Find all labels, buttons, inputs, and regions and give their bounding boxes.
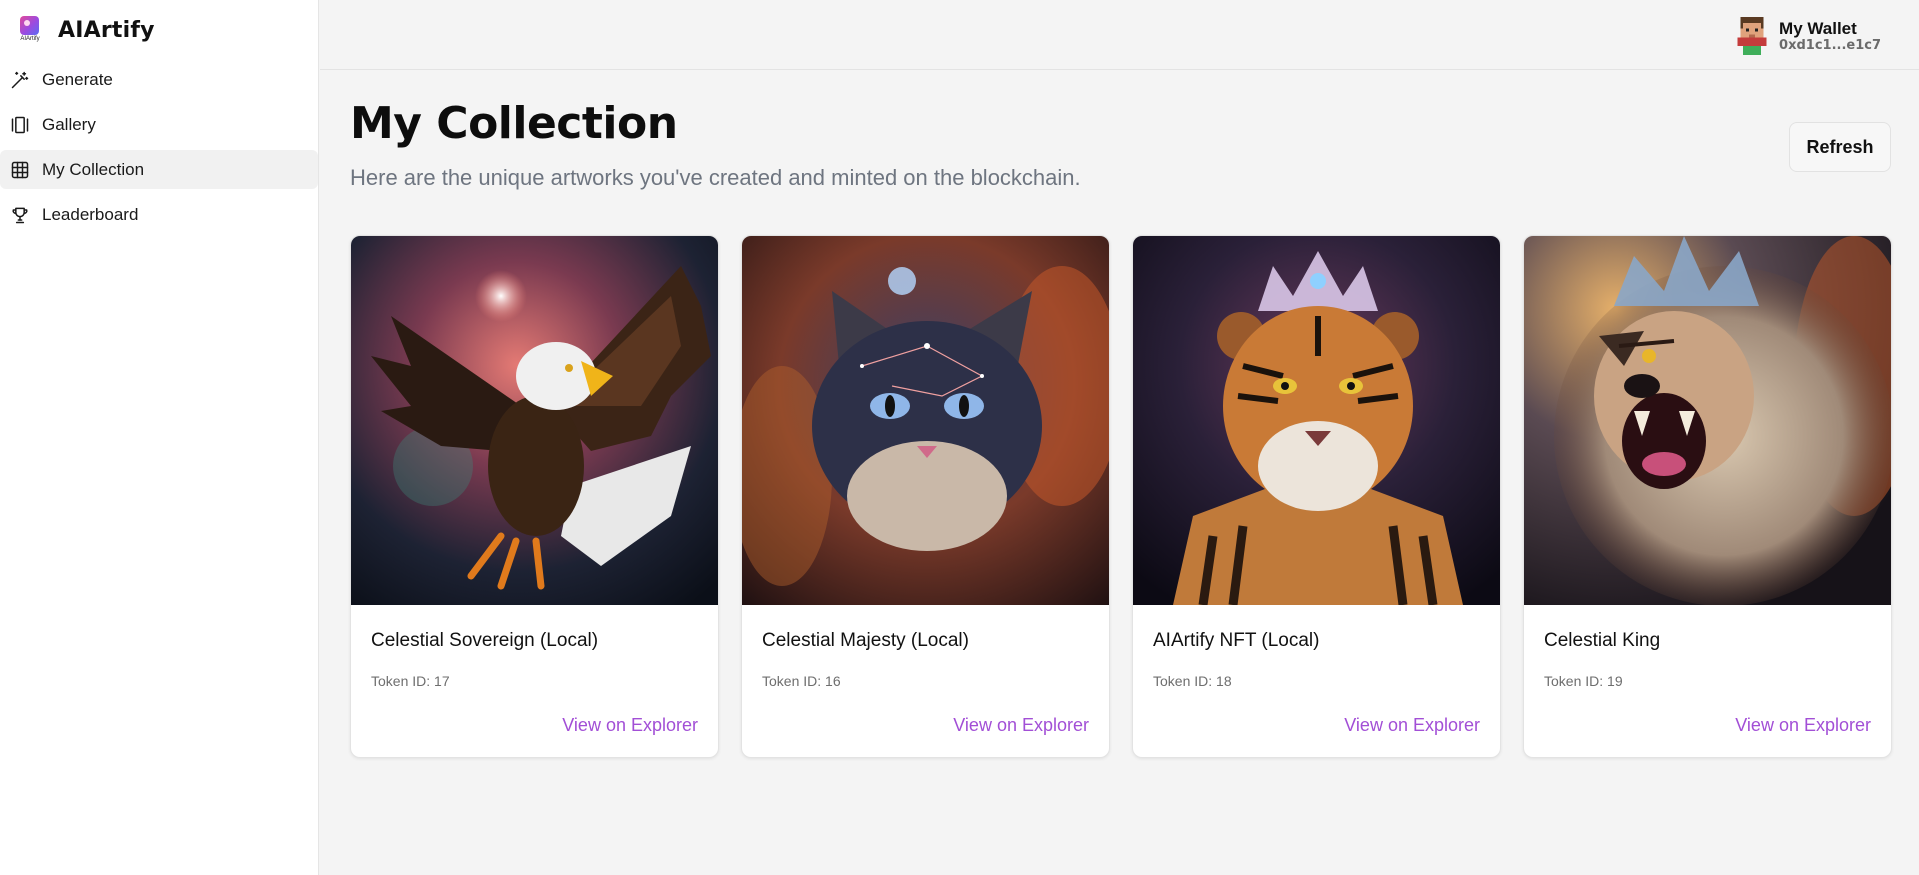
view-on-explorer-link[interactable]: View on Explorer — [1344, 715, 1480, 736]
sidebar: AIArtify AIArtify Generate Gallery My Co… — [0, 0, 319, 875]
brand[interactable]: AIArtify AIArtify — [15, 14, 155, 46]
grid-icon — [11, 161, 29, 178]
app-name: AIArtify — [58, 17, 155, 43]
view-on-explorer-link[interactable]: View on Explorer — [1735, 715, 1871, 736]
trophy-icon — [12, 207, 28, 223]
page-subtitle: Here are the unique artworks you've crea… — [350, 165, 1081, 190]
card-title: AIArtify NFT (Local) — [1153, 630, 1320, 651]
sidebar-item-label: Gallery — [42, 114, 96, 134]
avatar — [1737, 17, 1767, 55]
token-id: Token ID: 19 — [1544, 673, 1623, 689]
nft-card[interactable]: Celestial King Token ID: 19 View on Expl… — [1523, 235, 1892, 758]
nft-artwork-tiger[interactable] — [1133, 236, 1501, 605]
wallet-address: 0xd1c1...e1c7 — [1779, 38, 1881, 53]
wallet-button[interactable]: My Wallet 0xd1c1...e1c7 — [1737, 17, 1881, 55]
nft-card[interactable]: Celestial Majesty (Local) Token ID: 16 V… — [741, 235, 1110, 758]
card-title: Celestial Sovereign (Local) — [371, 630, 599, 651]
card-title: Celestial King — [1544, 630, 1661, 651]
top-bar: My Wallet 0xd1c1...e1c7 — [320, 0, 1919, 70]
page-title: My Collection — [350, 98, 678, 149]
sidebar-item-label: Generate — [42, 69, 113, 89]
sidebar-item-label: My Collection — [42, 159, 145, 179]
nft-artwork-eagle[interactable] — [351, 236, 719, 605]
view-on-explorer-link[interactable]: View on Explorer — [953, 715, 1089, 736]
collection-grid: Celestial Sovereign (Local) Token ID: 17… — [350, 235, 1892, 758]
magic-wand-icon — [11, 71, 29, 88]
nft-artwork-lion[interactable] — [1524, 236, 1892, 605]
sidebar-nav: Generate Gallery My Collection Leaderboa… — [0, 60, 318, 240]
sidebar-item-my-collection[interactable]: My Collection — [0, 150, 318, 189]
sidebar-item-leaderboard[interactable]: Leaderboard — [0, 195, 318, 234]
token-id: Token ID: 18 — [1153, 673, 1232, 689]
nft-artwork-cat[interactable] — [742, 236, 1110, 605]
sidebar-item-label: Leaderboard — [42, 204, 139, 224]
refresh-button[interactable]: Refresh — [1789, 122, 1891, 172]
sidebar-item-gallery[interactable]: Gallery — [0, 105, 318, 144]
sidebar-item-generate[interactable]: Generate — [0, 60, 318, 99]
app-logo: AIArtify — [15, 14, 45, 46]
nft-card[interactable]: Celestial Sovereign (Local) Token ID: 17… — [350, 235, 719, 758]
wallet-title: My Wallet — [1779, 19, 1857, 38]
card-title: Celestial Majesty (Local) — [762, 630, 969, 651]
view-on-explorer-link[interactable]: View on Explorer — [562, 715, 698, 736]
gallery-icon — [11, 116, 29, 133]
token-id: Token ID: 16 — [762, 673, 841, 689]
nft-card[interactable]: AIArtify NFT (Local) Token ID: 18 View o… — [1132, 235, 1501, 758]
token-id: Token ID: 17 — [371, 673, 450, 689]
